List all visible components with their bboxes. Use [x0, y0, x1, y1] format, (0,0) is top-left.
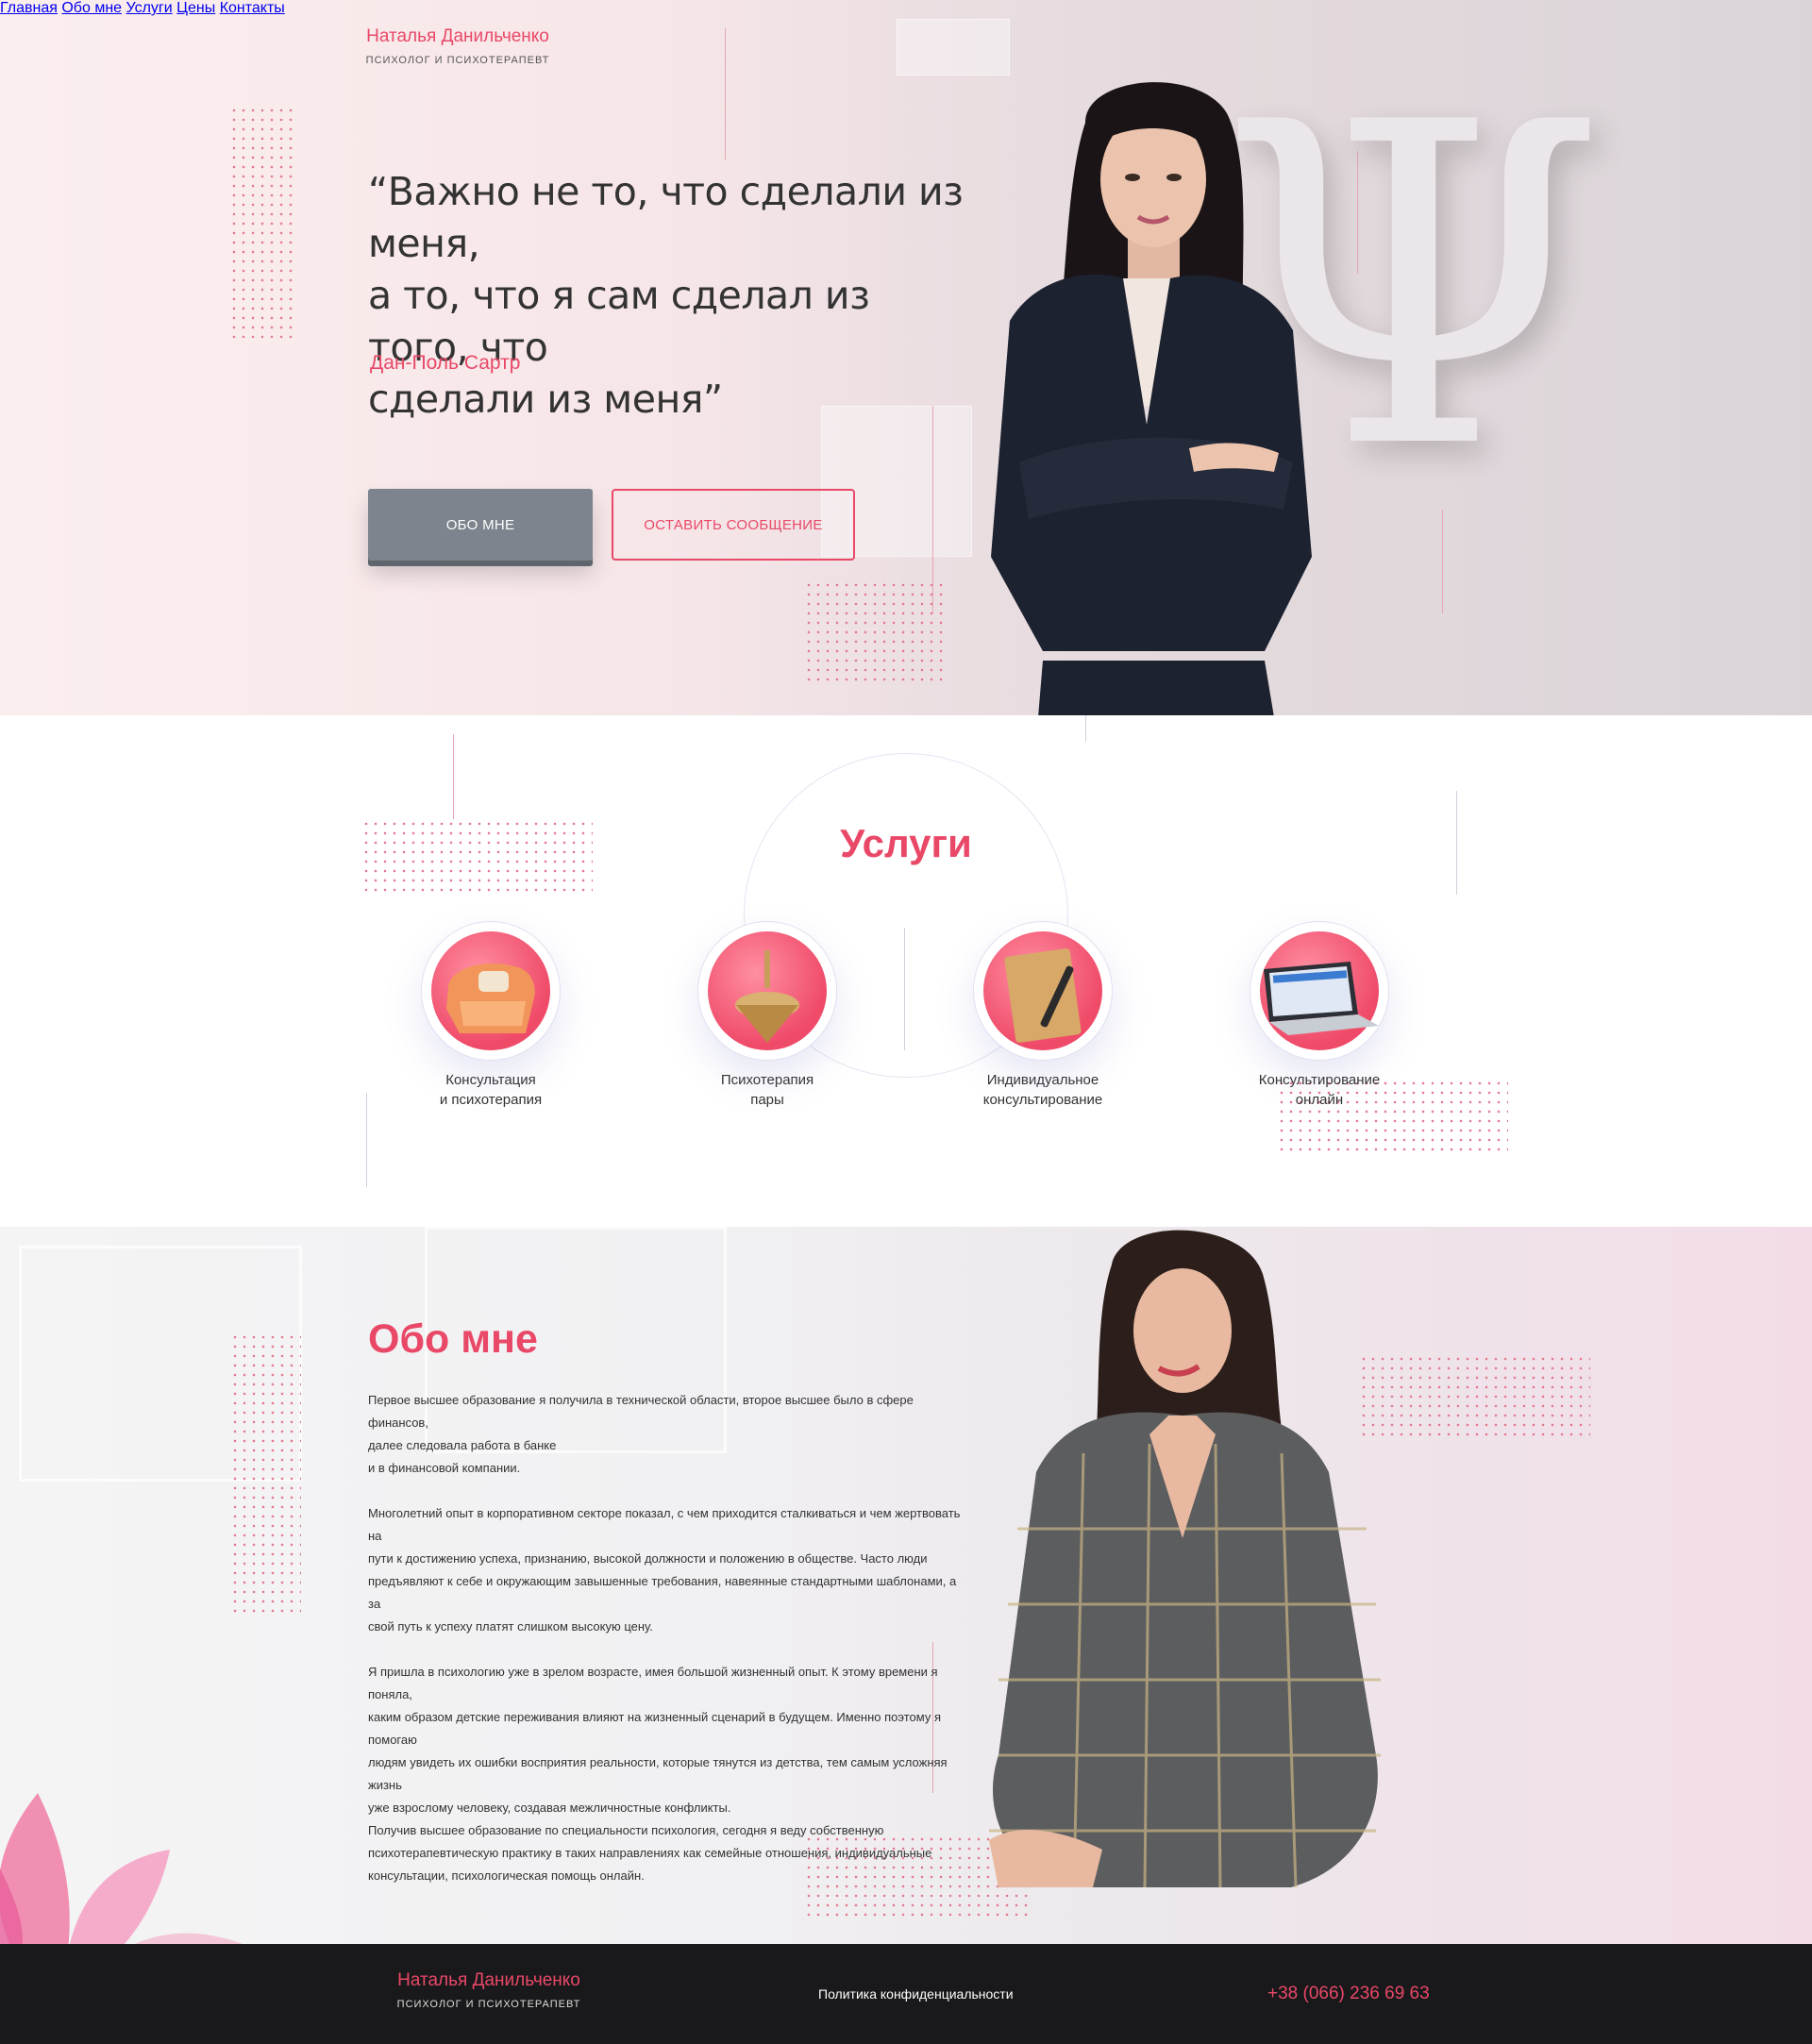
decor-line	[725, 28, 726, 160]
lotus-flower-image	[0, 1793, 243, 1944]
service-icon-ring	[1250, 921, 1389, 1061]
about-line: людям увидеть их ошибки восприятия реаль…	[368, 1755, 948, 1792]
about-line: уже взрослому человеку, создавая межличн…	[368, 1801, 731, 1815]
about-line: консультации, психологическая помощь онл…	[368, 1868, 645, 1883]
service-label: Психотерапия пары	[654, 1070, 881, 1110]
services-title: Услуги	[840, 821, 972, 865]
about-line: и в финансовой компании.	[368, 1461, 521, 1475]
decor-line	[932, 406, 933, 613]
decor-line	[904, 928, 905, 1050]
footer-logo-name: Наталья Данильченко	[397, 1970, 580, 1990]
about-line: пути к достижению успеха, признанию, выс…	[368, 1551, 928, 1566]
service-label-line: Психотерапия	[720, 1072, 814, 1088]
service-label: Консультация и психотерапия	[378, 1070, 604, 1110]
decor-line	[366, 1093, 367, 1187]
footer-phone[interactable]: +38 (066) 236 69 63	[1267, 1984, 1430, 2004]
about-line: Многолетний опыт в корпоративном секторе…	[368, 1506, 961, 1543]
notebook-pen-icon	[1004, 948, 1082, 1043]
about-line: Первое высшее образование я получила в т…	[368, 1393, 914, 1430]
footer: Наталья Данильченко ПСИХОЛОГ И ПСИХОТЕРА…	[0, 1944, 1812, 2044]
header-logo[interactable]: Наталья Данильченко ПСИХОЛОГ И ПСИХОТЕРА…	[359, 26, 557, 66]
about-paragraph: Первое высшее образование я получила в т…	[368, 1389, 972, 1480]
service-card-couples[interactable]: Психотерапия пары	[654, 921, 881, 1110]
service-label-line: Консультация	[445, 1072, 536, 1088]
nav-contacts[interactable]: Контакты	[220, 0, 285, 16]
quote-author: Дан-Поль Сартр	[370, 352, 521, 374]
service-label: Консультирование онлайн	[1206, 1070, 1433, 1110]
service-label-line: пары	[750, 1092, 784, 1108]
portrait-photo	[991, 82, 1312, 715]
service-card-consultation[interactable]: Консультация и психотерапия	[378, 921, 604, 1110]
service-label: Индивидуальное консультирование	[930, 1070, 1156, 1110]
footer-logo[interactable]: Наталья Данильченко ПСИХОЛОГ И ПСИХОТЕРА…	[394, 1970, 583, 2010]
decor-dots	[229, 106, 297, 338]
about-me-button[interactable]: ОБО МНЕ	[368, 489, 593, 561]
decor-dots	[804, 580, 946, 684]
hero-quote: “Важно не то, что сделали из меня, а то,…	[368, 166, 972, 426]
nav-services[interactable]: Услуги	[126, 0, 173, 16]
about-text: Первое высшее образование я получила в т…	[368, 1389, 972, 1887]
quote-line: сделали из меня”	[368, 377, 723, 422]
about-line: Я пришла в психологию уже в зрелом возра…	[368, 1665, 938, 1701]
service-icon-ring	[421, 921, 561, 1061]
nav-prices[interactable]: Цены	[176, 0, 215, 16]
about-line: Получив высшее образование по специально…	[368, 1823, 884, 1837]
service-label-line: и психотерапия	[439, 1092, 543, 1108]
hero-section: Ψ Наталья Данильченко ПСИХОЛОГ И ПСИХОТЕ…	[0, 0, 1812, 715]
privacy-policy-link[interactable]: Политика конфиденциальности	[818, 1986, 1014, 2002]
about-line: психотерапевтическую практику в таких на…	[368, 1846, 932, 1860]
service-icon-ring	[697, 921, 837, 1061]
service-card-individual[interactable]: Индивидуальное консультирование	[930, 921, 1156, 1110]
about-line: далее следовала работа в банке	[368, 1438, 557, 1452]
about-paragraph: Я пришла в психологию уже в зрелом возра…	[368, 1661, 972, 1887]
about-line: предъявляют к себе и окружающим завышенн…	[368, 1574, 957, 1611]
about-title: Обо мне	[368, 1316, 538, 1362]
service-label-line: Индивидуальное	[986, 1072, 1099, 1088]
quote-line: “Важно не то, что сделали из меня,	[368, 169, 964, 266]
footer-logo-subtitle: ПСИХОЛОГ И ПСИХОТЕРАПЕВТ	[396, 1999, 581, 2010]
nav-home[interactable]: Главная	[0, 0, 58, 16]
service-icon-ring	[973, 921, 1113, 1061]
logo-name: Наталья Данильченко	[366, 26, 549, 46]
decor-line	[1085, 715, 1086, 742]
about-photo	[989, 1230, 1381, 1888]
service-label-line: Консультирование	[1258, 1072, 1381, 1088]
logo-subtitle: ПСИХОЛОГ И ПСИХОТЕРАПЕВТ	[365, 55, 550, 66]
nav-about[interactable]: Обо мне	[61, 0, 122, 16]
about-line: свой путь к успеху платят слишком высоку…	[368, 1619, 653, 1634]
service-label-line: консультирование	[982, 1092, 1103, 1108]
services-section: Услуги Консультация и психотерапия Психо…	[0, 715, 1812, 1227]
about-section: Обо мне Первое высшее образование я полу…	[0, 1227, 1812, 1944]
service-card-online[interactable]: Консультирование онлайн	[1206, 921, 1433, 1110]
service-label-line: онлайн	[1295, 1092, 1344, 1108]
spinning-top-icon	[735, 950, 799, 1043]
leave-message-button[interactable]: ОСТАВИТЬ СООБЩЕНИЕ	[612, 489, 855, 561]
decor-dots	[230, 1332, 301, 1616]
armchair-icon	[446, 963, 535, 1033]
decor-line	[453, 734, 454, 819]
laptop-icon	[1264, 962, 1379, 1035]
about-line: каким образом детские переживания влияют…	[368, 1710, 942, 1747]
about-paragraph: Многолетний опыт в корпоративном секторе…	[368, 1502, 972, 1638]
